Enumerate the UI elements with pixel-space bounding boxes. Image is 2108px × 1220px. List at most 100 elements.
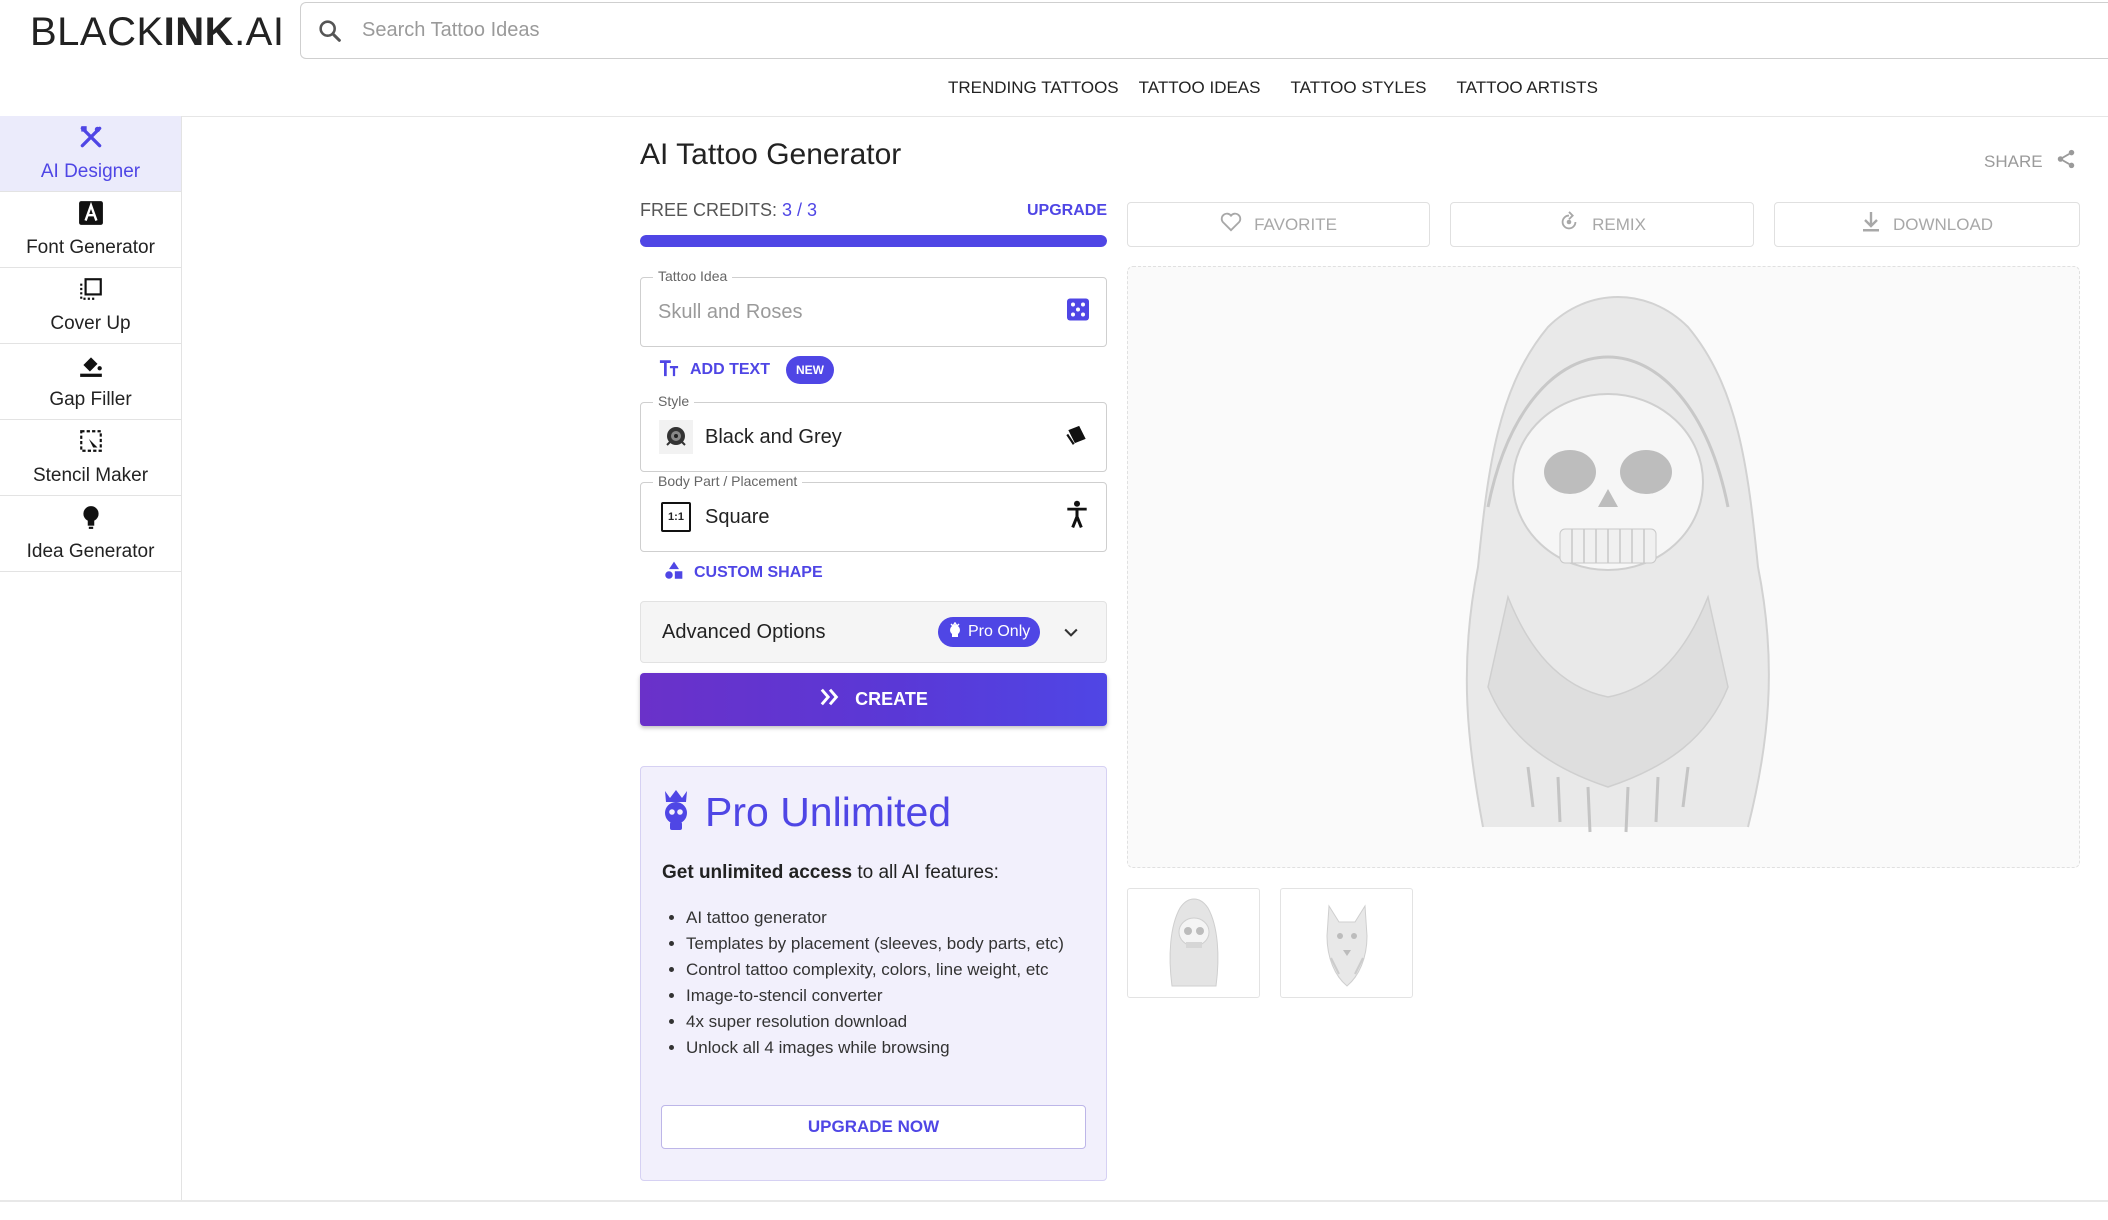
nav-tattoo-styles[interactable]: TATTOO STYLES bbox=[1291, 78, 1427, 98]
sidebar-item-label: Cover Up bbox=[50, 313, 131, 334]
tattoo-idea-legend: Tattoo Idea bbox=[653, 268, 733, 284]
footer-divider bbox=[0, 1200, 2108, 1202]
style-field[interactable]: Style Black and Grey bbox=[640, 393, 1107, 472]
download-label: DOWNLOAD bbox=[1892, 214, 1994, 234]
tattoo-idea-field[interactable]: Tattoo Idea Skull and Roses bbox=[640, 268, 1107, 347]
sidebar-item-label: Font Generator bbox=[26, 237, 155, 258]
header-divider bbox=[0, 116, 2108, 117]
credits-progress-fill bbox=[640, 235, 1107, 247]
style-value: Black and Grey bbox=[705, 425, 842, 448]
sidebar-item-label: Gap Filler bbox=[49, 389, 132, 410]
ai-designer-icon bbox=[78, 124, 104, 155]
add-text-label: ADD TEXT bbox=[690, 361, 770, 378]
dice-icon[interactable] bbox=[1066, 298, 1090, 327]
text-size-icon bbox=[658, 358, 680, 383]
sidebar-item-label: Stencil Maker bbox=[32, 465, 149, 486]
nav-tattoo-artists[interactable]: TATTOO ARTISTS bbox=[1457, 78, 1598, 98]
double-chevron-icon bbox=[819, 687, 841, 712]
thumbnail-skull[interactable] bbox=[1127, 888, 1260, 998]
shapes-icon bbox=[664, 560, 684, 585]
logo-part-ink: INK bbox=[163, 10, 235, 54]
search-icon bbox=[316, 17, 344, 45]
list-item: 4x super resolution download bbox=[686, 1009, 1096, 1035]
placement-field[interactable]: Body Part / Placement 1:1 Square bbox=[640, 473, 1107, 552]
aspect-ratio-icon: 1:1 bbox=[661, 502, 691, 532]
sidebar-item-cover-up[interactable]: Cover Up bbox=[0, 268, 181, 344]
credits-value: 3 / 3 bbox=[782, 200, 818, 220]
chevron-down-icon bbox=[1061, 622, 1081, 647]
remix-icon bbox=[1558, 211, 1580, 238]
upgrade-link[interactable]: UPGRADE bbox=[1027, 202, 1107, 220]
sidebar-item-label: Idea Generator bbox=[26, 541, 155, 562]
upgrade-now-button[interactable]: UPGRADE NOW bbox=[661, 1105, 1086, 1149]
create-button[interactable]: CREATE bbox=[640, 673, 1107, 726]
free-credits: FREE CREDITS: 3 / 3 bbox=[640, 200, 817, 221]
logo-part-ai: .AI bbox=[234, 10, 285, 54]
sidebar: AI Designer Font Generator Cover Up Gap … bbox=[0, 116, 182, 1200]
search-bar[interactable] bbox=[300, 2, 2108, 59]
style-swatch-icon[interactable] bbox=[1064, 422, 1090, 453]
remix-label: REMIX bbox=[1592, 214, 1646, 234]
logo-part-black: BLACK bbox=[30, 10, 164, 54]
custom-shape-button[interactable]: CUSTOM SHAPE bbox=[664, 560, 823, 585]
pro-card-subtitle-rest: to all AI features: bbox=[852, 862, 999, 883]
pro-upsell-card: Pro Unlimited Get unlimited access to al… bbox=[640, 766, 1107, 1181]
advanced-options-label: Advanced Options bbox=[662, 620, 826, 643]
sidebar-item-gap-filler[interactable]: Gap Filler bbox=[0, 344, 181, 420]
pro-card-subtitle: Get unlimited access to all AI features: bbox=[662, 862, 999, 884]
list-item: Image-to-stencil converter bbox=[686, 983, 1096, 1009]
placement-legend: Body Part / Placement bbox=[653, 473, 803, 489]
top-navigation: TRENDING TATTOOS TATTOO IDEAS TATTOO STY… bbox=[948, 78, 1598, 98]
add-text-button[interactable]: ADD TEXT NEW bbox=[658, 356, 834, 384]
placement-value: Square bbox=[705, 505, 770, 528]
list-item: Control tattoo complexity, colors, line … bbox=[686, 957, 1096, 983]
share-label: SHARE bbox=[1984, 151, 2043, 171]
advanced-options-toggle[interactable]: Advanced Options Pro Only bbox=[640, 601, 1107, 663]
credits-row: FREE CREDITS: 3 / 3 UPGRADE bbox=[640, 200, 1107, 221]
pro-only-label: Pro Only bbox=[968, 623, 1031, 640]
list-item: AI tattoo generator bbox=[686, 905, 1096, 931]
nav-trending-tattoos[interactable]: TRENDING TATTOOS bbox=[948, 78, 1119, 98]
search-input[interactable] bbox=[362, 19, 1862, 42]
pro-card-title: Pro Unlimited bbox=[705, 789, 952, 835]
page-title: AI Tattoo Generator bbox=[640, 138, 902, 171]
custom-shape-label: CUSTOM SHAPE bbox=[694, 563, 823, 581]
sidebar-item-stencil-maker[interactable]: Stencil Maker bbox=[0, 420, 181, 496]
rose-style-icon bbox=[659, 420, 693, 454]
lightbulb-icon bbox=[78, 504, 104, 535]
share-icon bbox=[2055, 148, 2077, 175]
brand-logo[interactable]: BLACKINK.AI bbox=[30, 10, 284, 55]
pro-card-subtitle-bold: Get unlimited access bbox=[662, 862, 853, 883]
credits-progress-bar bbox=[640, 235, 1107, 247]
sidebar-item-idea-generator[interactable]: Idea Generator bbox=[0, 496, 181, 572]
pro-card-header: Pro Unlimited bbox=[661, 787, 951, 838]
stencil-icon bbox=[78, 428, 104, 459]
tattoo-preview-image bbox=[1127, 266, 2080, 868]
nav-tattoo-ideas[interactable]: TATTOO IDEAS bbox=[1139, 78, 1261, 98]
sidebar-item-font-generator[interactable]: Font Generator bbox=[0, 192, 181, 268]
cover-up-icon bbox=[78, 276, 104, 307]
list-item: Templates by placement (sleeves, body pa… bbox=[686, 931, 1096, 957]
heart-icon bbox=[1220, 212, 1242, 237]
crowned-skull-icon bbox=[661, 787, 691, 838]
sidebar-item-ai-designer[interactable]: AI Designer bbox=[0, 116, 181, 192]
credits-label: FREE CREDITS: bbox=[640, 200, 778, 220]
new-badge: NEW bbox=[786, 356, 834, 384]
share-button[interactable]: SHARE bbox=[1984, 148, 2077, 175]
pro-badge-icon bbox=[948, 621, 962, 643]
list-item: Unlock all 4 images while browsing bbox=[686, 1035, 1096, 1061]
font-icon bbox=[78, 200, 104, 231]
style-legend: Style bbox=[653, 393, 695, 409]
create-label: CREATE bbox=[855, 689, 928, 709]
body-figure-icon[interactable] bbox=[1064, 500, 1090, 534]
pro-features-list: AI tattoo generator Templates by placeme… bbox=[686, 905, 1096, 1061]
favorite-button[interactable]: FAVORITE bbox=[1127, 202, 1430, 247]
paint-bucket-icon bbox=[78, 352, 104, 383]
download-icon bbox=[1861, 211, 1881, 238]
remix-button[interactable]: REMIX bbox=[1450, 202, 1754, 247]
download-button[interactable]: DOWNLOAD bbox=[1774, 202, 2080, 247]
sidebar-item-label: AI Designer bbox=[40, 161, 141, 182]
thumbnail-wolf[interactable] bbox=[1280, 888, 1413, 998]
favorite-label: FAVORITE bbox=[1254, 214, 1337, 234]
tattoo-idea-input[interactable]: Skull and Roses bbox=[658, 301, 803, 324]
